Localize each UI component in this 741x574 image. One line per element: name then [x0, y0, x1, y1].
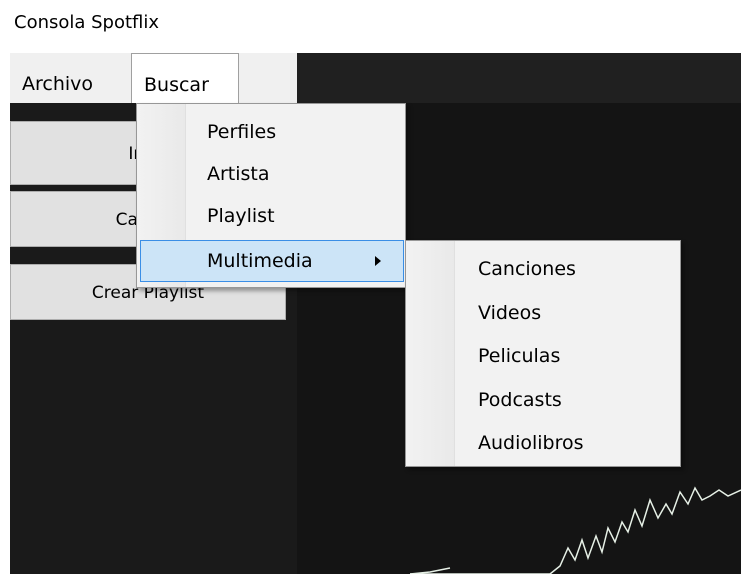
dark-header-area: [297, 53, 741, 105]
waveform-chart: [410, 486, 741, 574]
menu-item-artista[interactable]: Artista: [207, 156, 270, 192]
menu-item-multimedia-label: Multimedia: [207, 250, 313, 272]
submenu-gutter: [406, 241, 455, 466]
menu-archivo[interactable]: Archivo: [10, 53, 126, 103]
menu-item-playlist[interactable]: Playlist: [207, 198, 275, 234]
multimedia-submenu: Canciones Videos Peliculas Podcasts Audi…: [405, 240, 681, 467]
menu-item-perfiles[interactable]: Perfiles: [207, 114, 276, 150]
submenu-item-videos[interactable]: Videos: [478, 295, 541, 331]
waveform-line: [410, 486, 741, 574]
submenu-item-peliculas[interactable]: Peliculas: [478, 338, 560, 374]
waveform-baseline: [410, 567, 451, 574]
submenu-item-audiolibros[interactable]: Audiolibros: [478, 425, 584, 461]
submenu-arrow-icon: [375, 256, 381, 266]
buscar-dropdown: Perfiles Artista Playlist Multimedia: [136, 103, 406, 288]
menu-item-multimedia[interactable]: Multimedia: [140, 240, 404, 282]
title-bar: Consola Spotflix: [0, 0, 741, 52]
submenu-item-podcasts[interactable]: Podcasts: [478, 382, 562, 418]
window-title: Consola Spotflix: [14, 12, 160, 33]
menu-buscar[interactable]: Buscar: [131, 53, 239, 103]
submenu-item-canciones[interactable]: Canciones: [478, 251, 576, 287]
